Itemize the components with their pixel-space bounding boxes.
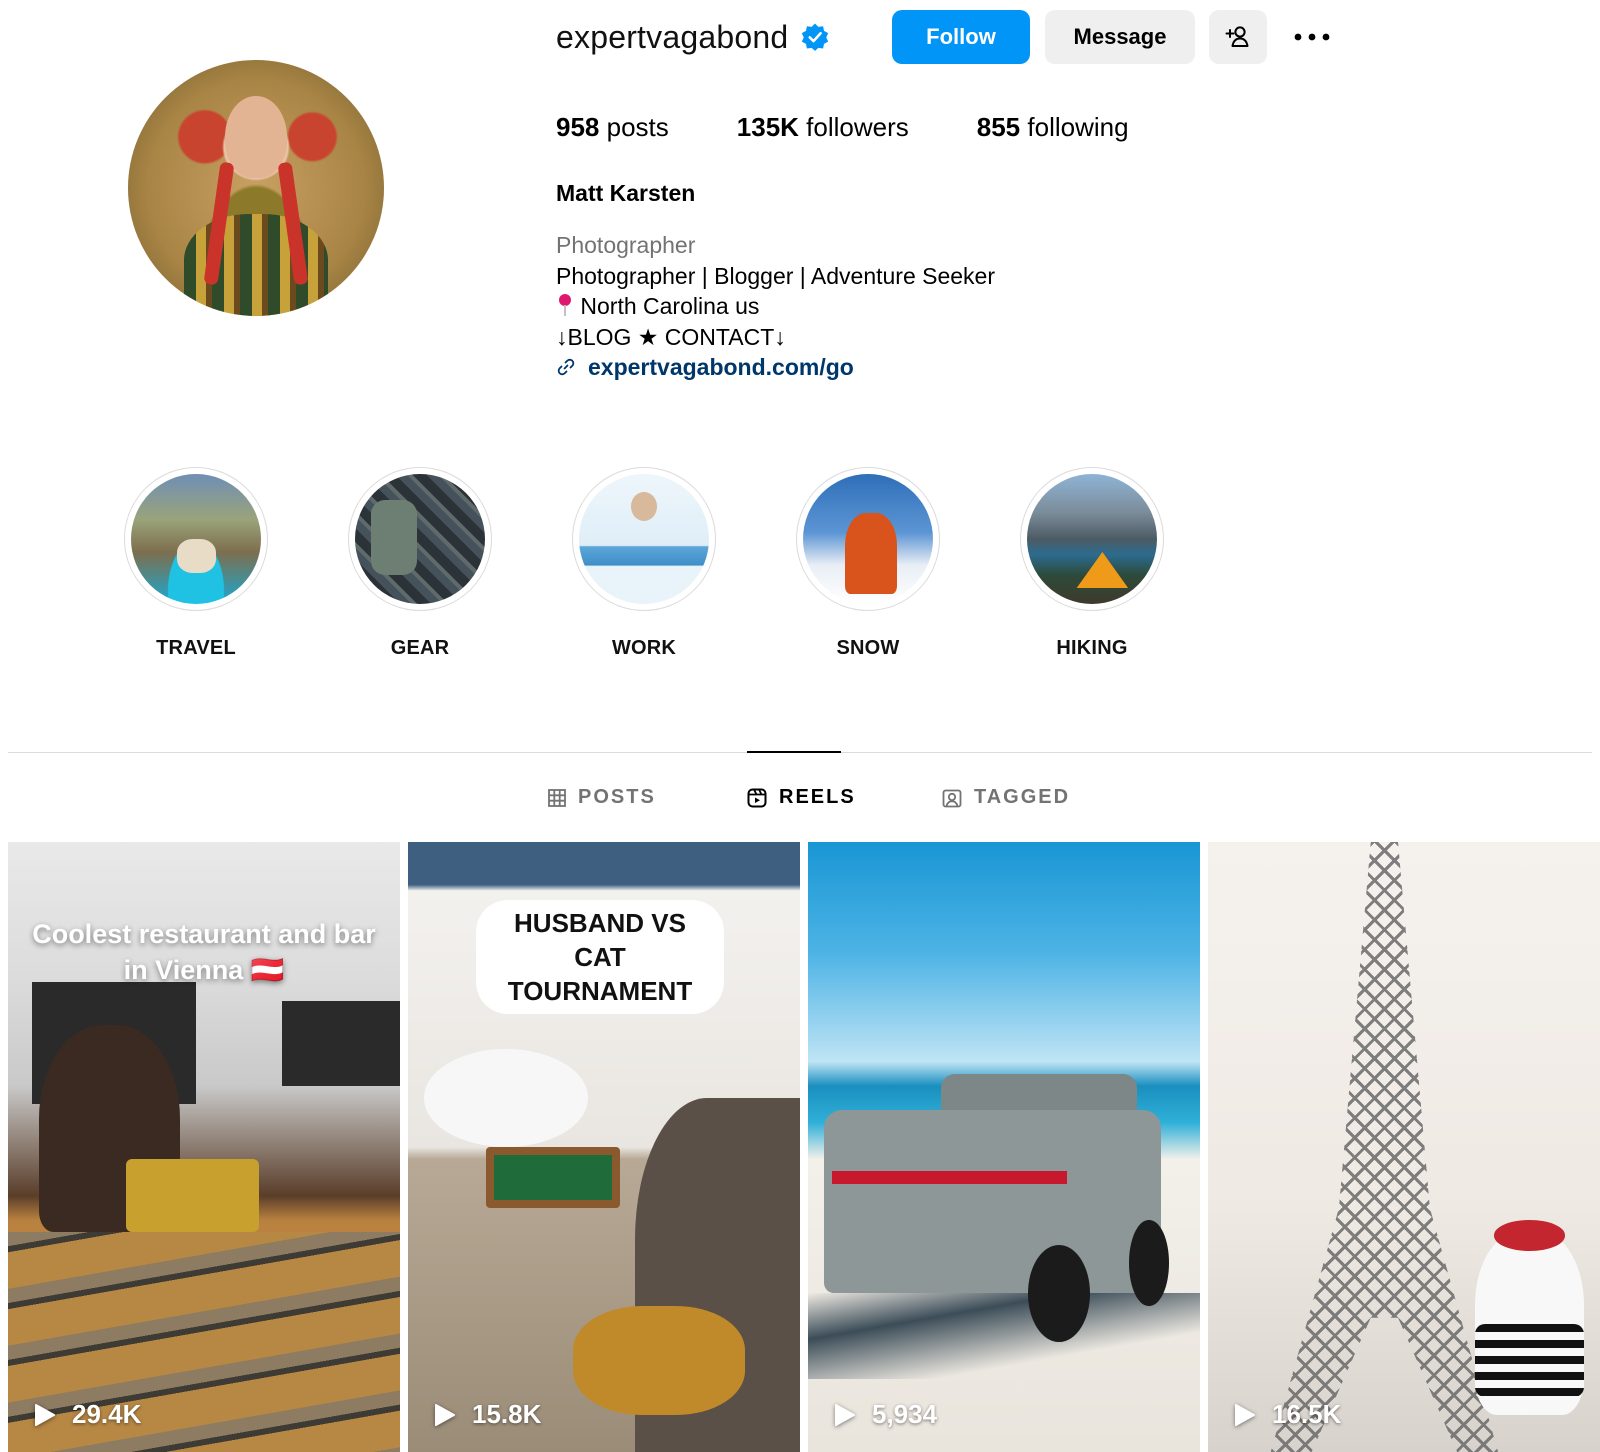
location-pin-icon <box>556 293 580 319</box>
bio-location-text: North Carolina us <box>580 293 760 319</box>
posts-stat: 958 posts <box>556 112 669 143</box>
reel-view-count: 5,934 <box>872 1399 938 1429</box>
bio-line: ↓BLOG ★ CONTACT↓ <box>556 323 786 350</box>
reel-caption: HUSBAND VS CAT TOURNAMENT <box>476 900 724 1014</box>
highlight-ring[interactable] <box>124 467 268 611</box>
highlight-travel[interactable]: TRAVEL <box>84 467 308 660</box>
highlight-label: TRAVEL <box>156 637 236 659</box>
highlight-cover-image <box>803 474 933 604</box>
link-icon <box>557 359 575 376</box>
reel-tile[interactable]: 16.5K <box>1208 842 1600 1452</box>
play-icon <box>435 1403 455 1426</box>
active-tab-indicator <box>747 751 841 753</box>
highlight-hiking[interactable]: HIKING <box>980 467 1204 660</box>
reel-caption: Coolest restaurant and bar in Vienna 🇦🇹 <box>32 919 376 985</box>
followers-label: followers <box>806 112 909 142</box>
highlight-cover-image <box>1027 474 1157 604</box>
highlight-label: WORK <box>611 637 677 659</box>
bio-location: North Carolina us <box>556 291 995 322</box>
full-name: Matt Karsten <box>556 180 696 206</box>
highlight-ring[interactable] <box>1020 467 1164 611</box>
highlight-snow[interactable]: SNOW <box>756 467 980 660</box>
highlight-gear[interactable]: GEAR <box>308 467 532 660</box>
tab-tagged-label: TAGGED <box>974 786 1071 808</box>
reel-views: 15.8K <box>434 1399 541 1430</box>
follow-button[interactable]: Follow <box>892 10 1030 64</box>
highlight-cover-image <box>355 474 485 604</box>
more-options-button[interactable] <box>1290 10 1334 64</box>
username-row: expertvagabond <box>556 10 830 64</box>
reel-tile[interactable]: 5,934 <box>808 842 1200 1452</box>
reel-views: 16.5K <box>1234 1399 1341 1430</box>
tab-reels[interactable]: REELS <box>747 786 856 809</box>
grid-icon <box>548 788 566 807</box>
reel-views: 29.4K <box>34 1399 141 1430</box>
bio-line: Photographer | Blogger | Adventure Seeke… <box>556 262 996 289</box>
posts-count: 958 <box>556 112 600 142</box>
username: expertvagabond <box>556 18 789 55</box>
reels-icon <box>747 788 767 807</box>
highlight-label: SNOW <box>836 637 900 659</box>
message-button[interactable]: Message <box>1045 10 1195 64</box>
bio-link-text[interactable]: expertvagabond.com/go <box>588 352 854 383</box>
highlight-ring[interactable] <box>348 467 492 611</box>
add-person-icon <box>1225 26 1249 47</box>
reel-tile[interactable]: Coolest restaurant and bar in Vienna 🇦🇹 … <box>8 842 400 1452</box>
bio: Photographer Photographer | Blogger | Ad… <box>556 230 995 383</box>
highlight-label: GEAR <box>390 637 450 659</box>
reel-view-count: 29.4K <box>72 1399 142 1429</box>
tab-reels-label: REELS <box>779 786 856 808</box>
followers-count: 135K <box>736 112 799 142</box>
more-horizontal-icon <box>1294 33 1330 41</box>
profile-category: Photographer <box>556 232 696 258</box>
profile-tabs: POSTS REELS TAGGED <box>0 786 1600 810</box>
play-icon <box>835 1403 855 1426</box>
followers-stat[interactable]: 135K followers <box>737 112 909 143</box>
reel-tile[interactable]: HUSBAND VS CAT TOURNAMENT 15.8K <box>408 842 800 1452</box>
tab-posts[interactable]: POSTS <box>548 786 656 809</box>
reel-views: 5,934 <box>834 1399 937 1430</box>
following-count: 855 <box>976 112 1021 142</box>
tab-posts-label: POSTS <box>578 786 656 808</box>
play-icon <box>35 1403 55 1426</box>
highlight-ring[interactable] <box>572 467 716 611</box>
highlight-cover-image <box>579 474 709 604</box>
reels-grid: Coolest restaurant and bar in Vienna 🇦🇹 … <box>8 842 1600 1452</box>
reel-view-count: 16.5K <box>1272 1399 1342 1429</box>
play-icon <box>1235 1403 1255 1426</box>
highlight-ring[interactable] <box>796 467 940 611</box>
posts-label: posts <box>606 112 669 142</box>
verified-badge-icon <box>802 23 829 51</box>
tab-tagged[interactable]: TAGGED <box>942 786 1070 809</box>
following-stat[interactable]: 855 following <box>977 112 1129 143</box>
tagged-icon <box>942 789 962 807</box>
highlight-label: HIKING <box>1056 637 1128 659</box>
highlight-cover-image <box>131 474 261 604</box>
profile-avatar[interactable] <box>128 60 384 316</box>
following-label: following <box>1027 112 1129 142</box>
add-user-button[interactable] <box>1209 10 1267 64</box>
story-highlights: TRAVEL GEAR WORK SNOW HIKING <box>84 467 1204 660</box>
reel-view-count: 15.8K <box>472 1399 542 1429</box>
profile-stats: 958 posts 135K followers 855 following <box>556 112 1197 143</box>
highlight-work[interactable]: WORK <box>532 467 756 660</box>
bio-link[interactable]: expertvagabond.com/go <box>556 352 995 383</box>
